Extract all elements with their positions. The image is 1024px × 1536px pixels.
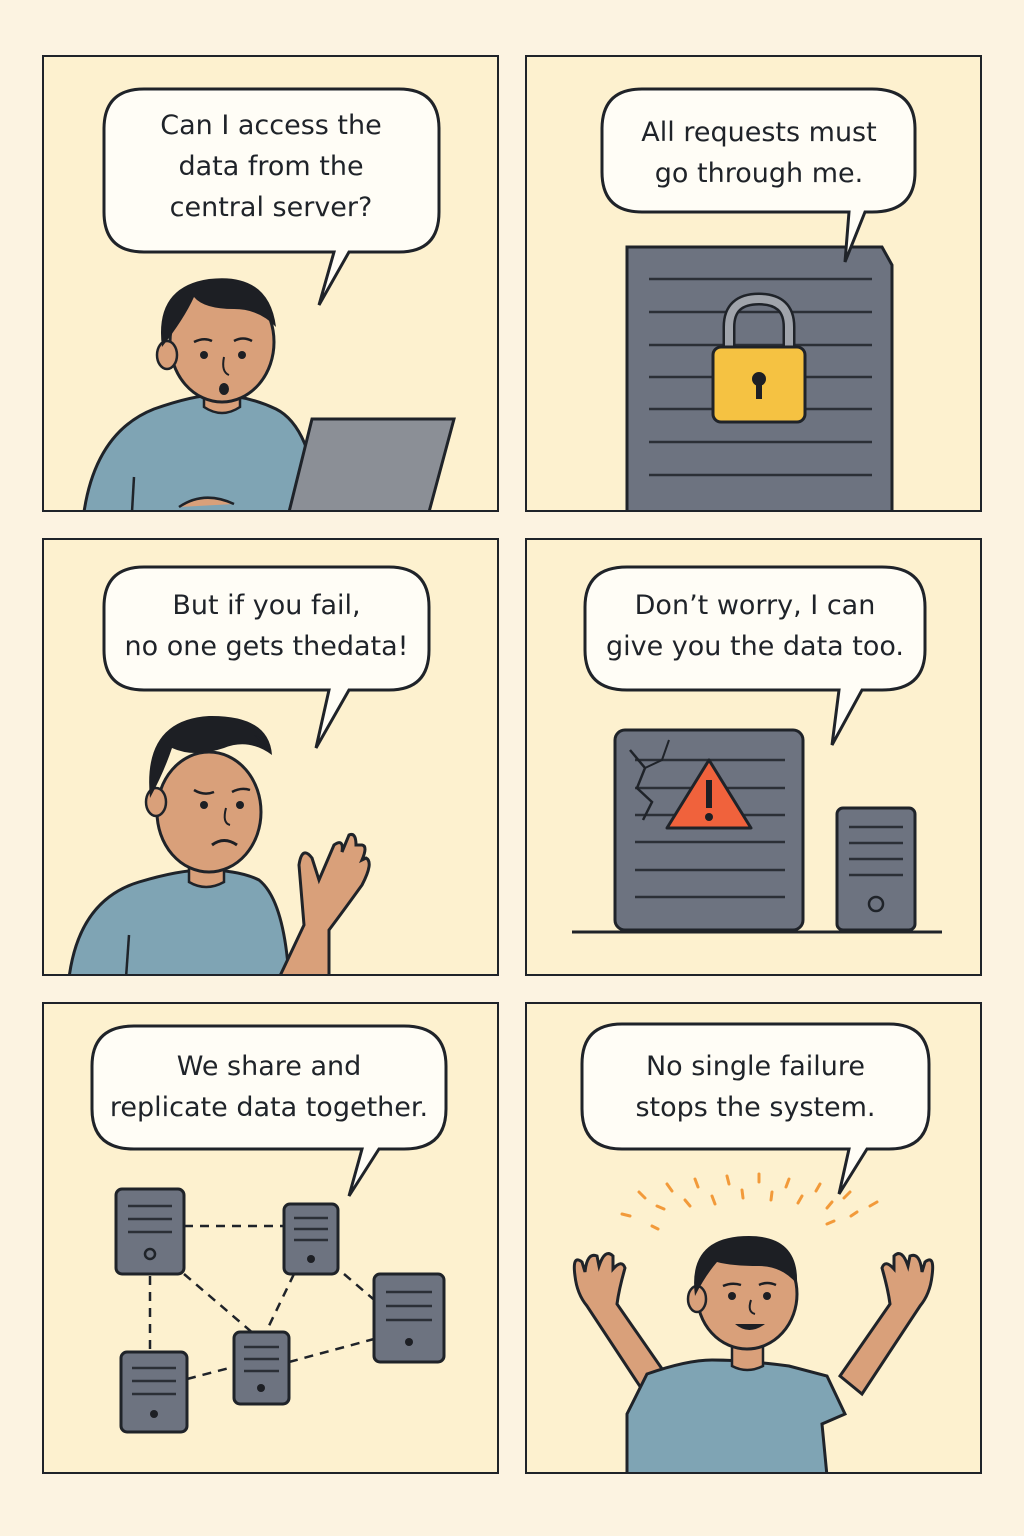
- speech-text: No single failure stops the system.: [635, 1051, 876, 1123]
- speech-text: But if you fail, no one gets thedata!: [124, 590, 409, 662]
- backup-server: [835, 806, 917, 932]
- comic-page: Can I access the data from the central s…: [0, 0, 1024, 1536]
- speech-text: Don’t worry, I can give you the data too…: [605, 590, 905, 662]
- comic-panel-1: Can I access the data from the central s…: [42, 55, 499, 512]
- network-server-3: [372, 1272, 446, 1364]
- user-character: [82, 278, 321, 510]
- comic-panel-5: We share and replicate data together.: [42, 1002, 499, 1474]
- user-character: [68, 715, 371, 974]
- comic-panel-4: Don’t worry, I can give you the data too…: [525, 538, 982, 976]
- comic-panel-2: All requests must go through me.: [525, 55, 982, 512]
- network-server-1: [114, 1187, 186, 1276]
- user-character: [572, 1236, 935, 1472]
- speech-text: We share and replicate data together.: [109, 1051, 429, 1123]
- network-server-2: [282, 1202, 340, 1276]
- sparkle-icon: [620, 1172, 879, 1231]
- laptop: [287, 417, 456, 510]
- network-server-4: [232, 1330, 291, 1406]
- network-server-5: [119, 1350, 189, 1434]
- comic-panel-3: But if you fail, no one gets thedata!: [42, 538, 499, 976]
- speech-text: Can I access the data from the central s…: [160, 110, 382, 223]
- failing-server: [613, 728, 805, 932]
- comic-panel-6: No single failure stops the system.: [525, 1002, 982, 1474]
- speech-text: All requests must go through me.: [641, 117, 877, 189]
